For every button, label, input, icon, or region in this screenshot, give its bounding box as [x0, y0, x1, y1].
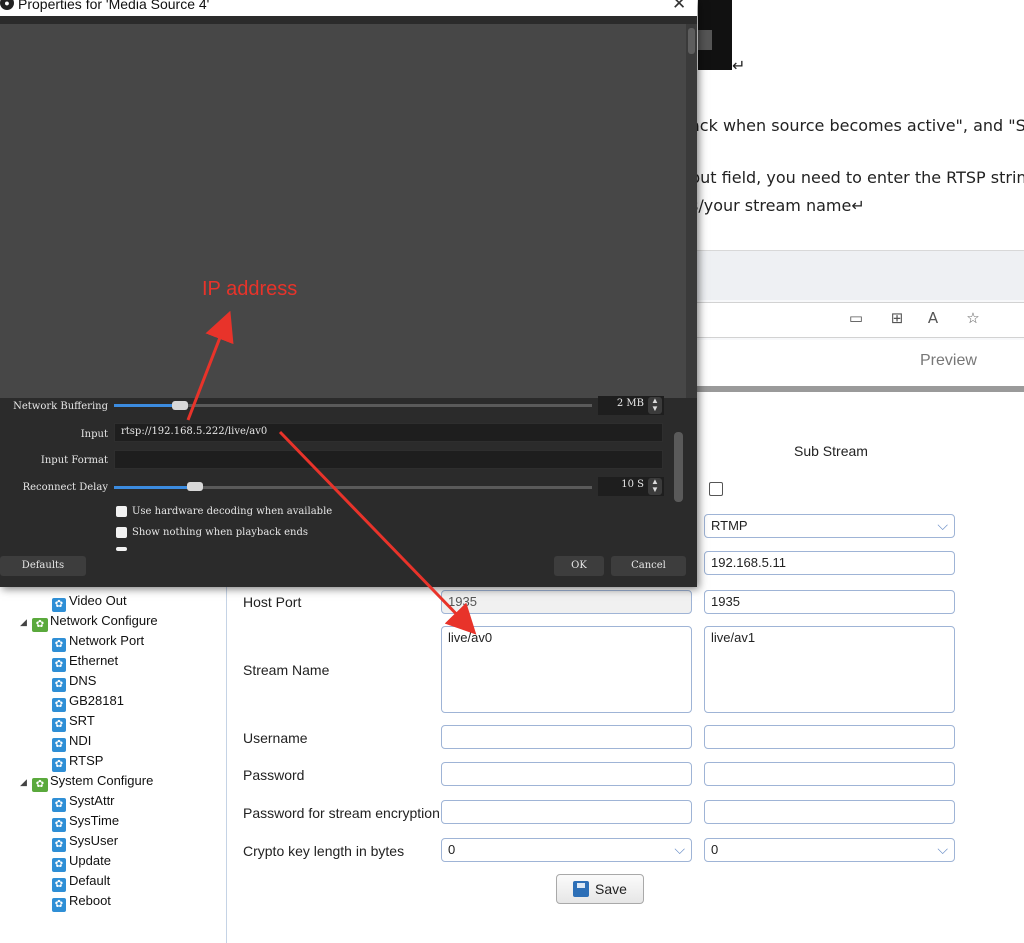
- arrow-to-ip-annotation: [186, 310, 234, 421]
- arrow-to-stream-name: [278, 430, 477, 635]
- annotation-arrows: [186, 310, 477, 635]
